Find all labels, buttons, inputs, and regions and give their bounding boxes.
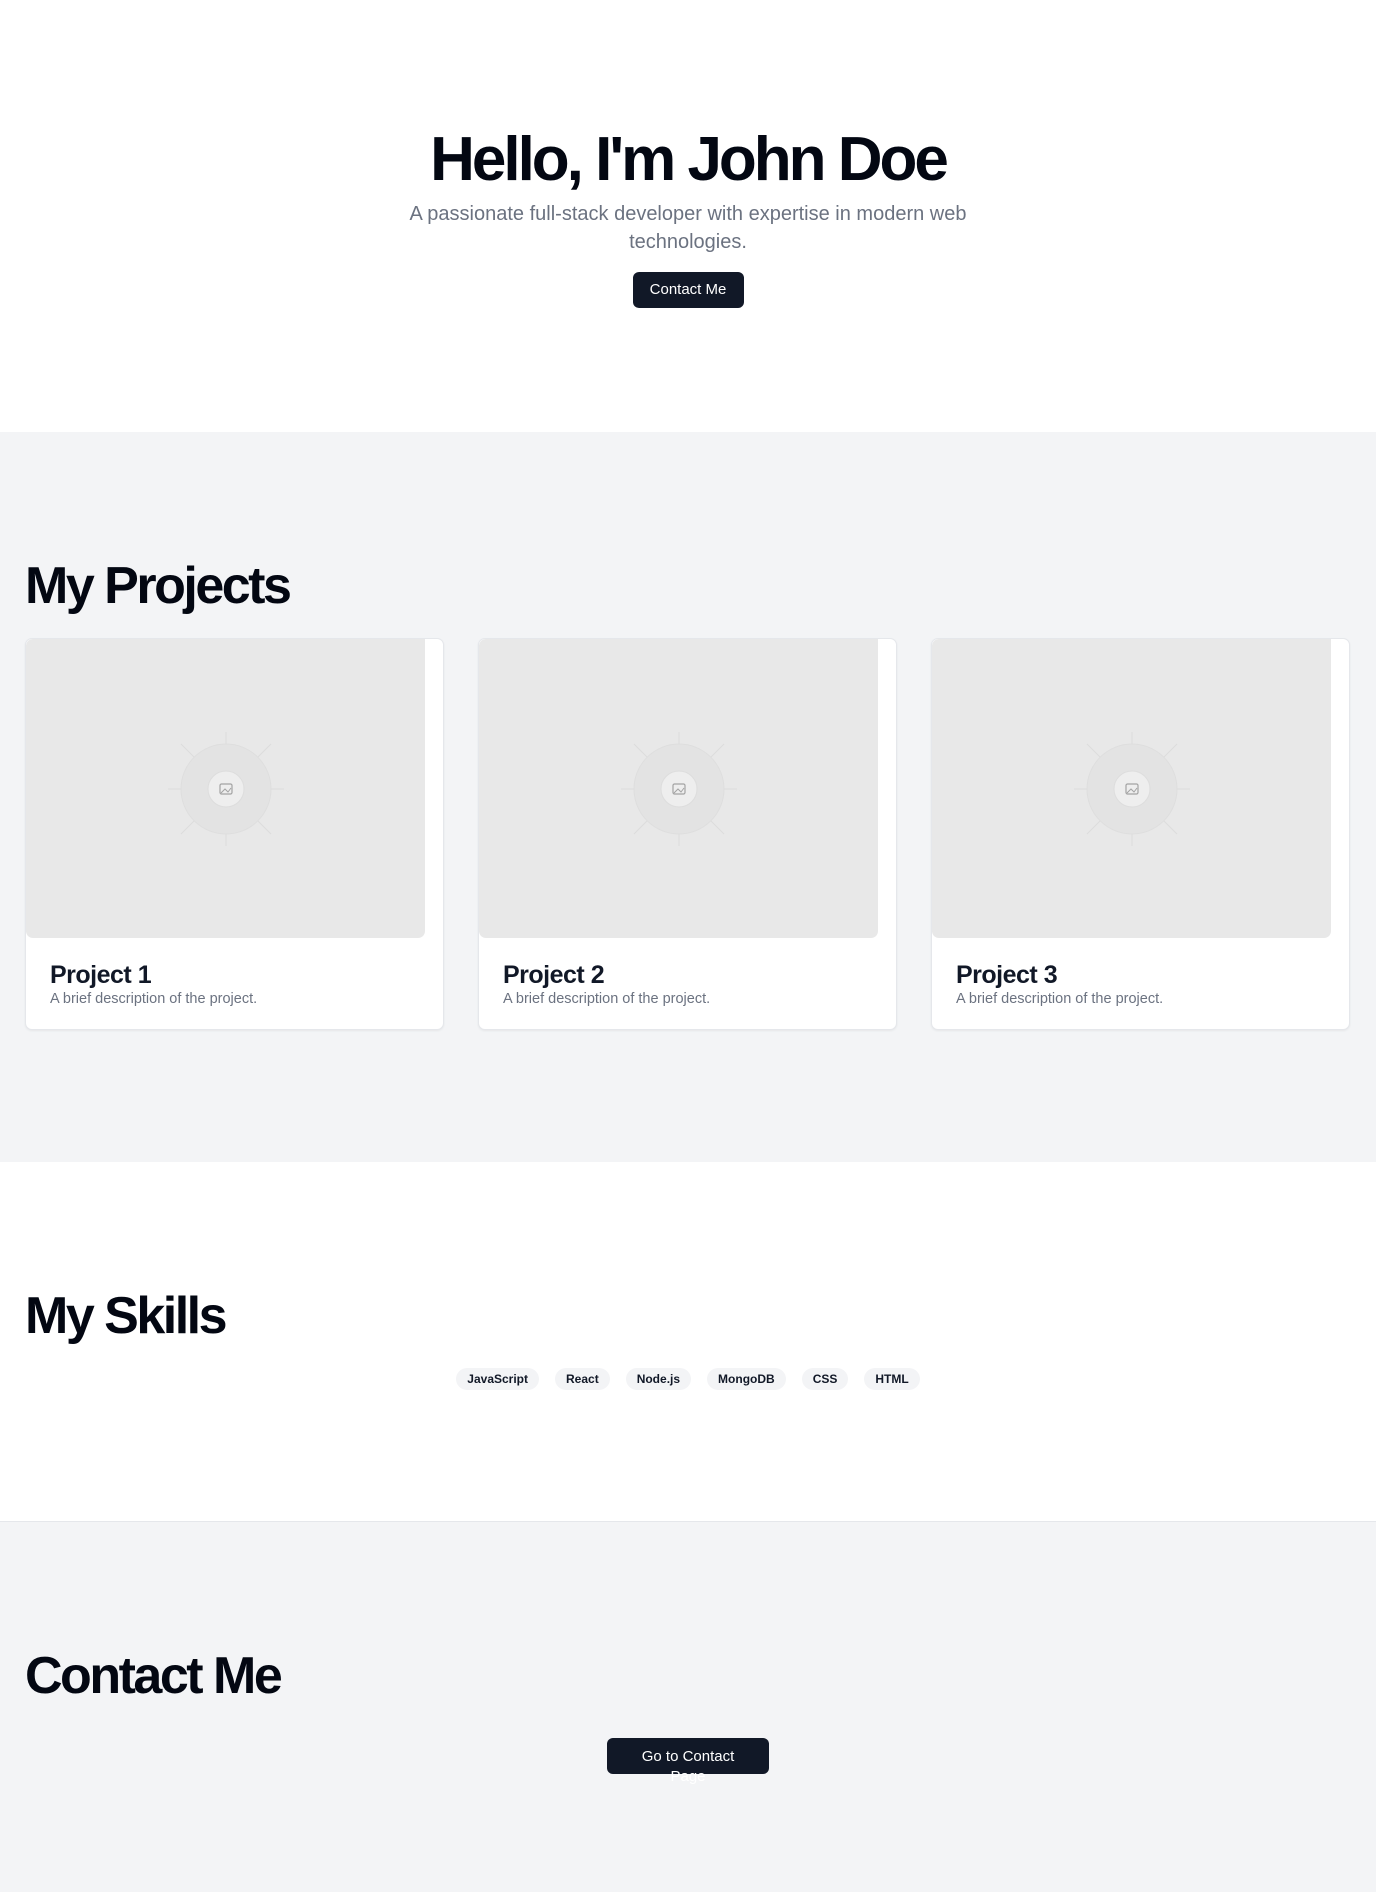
project-description: A brief description of the project. bbox=[503, 991, 711, 1007]
project-description: A brief description of the project. bbox=[956, 991, 1164, 1007]
hero-title: Hello, I'm John Doe bbox=[430, 125, 949, 194]
hero-subtitle: A passionate full-stack developer with e… bbox=[409, 203, 967, 253]
image-placeholder-icon bbox=[1074, 732, 1190, 846]
skills-title: My Skills bbox=[25, 1287, 228, 1345]
skill-badge: JavaScript bbox=[456, 1368, 539, 1390]
skill-badge: MongoDB bbox=[707, 1368, 786, 1390]
project-card[interactable]: Project 3 A brief description of the pro… bbox=[931, 638, 1350, 1030]
skill-badge: React bbox=[555, 1368, 610, 1390]
go-to-contact-page-button[interactable]: Go to Contact Page bbox=[607, 1738, 769, 1785]
contact-section: Contact Me Go to Contact Page bbox=[0, 1521, 1376, 1892]
project-card-list: Project 1 A brief description of the pro… bbox=[25, 638, 1351, 1030]
project-title: Project 2 bbox=[503, 961, 605, 989]
project-title: Project 3 bbox=[956, 961, 1058, 989]
image-placeholder-icon bbox=[621, 732, 737, 846]
project-image-placeholder bbox=[26, 639, 425, 938]
hero-section: Hello, I'm John Doe A passionate full-st… bbox=[0, 0, 1376, 432]
skill-badge: HTML bbox=[864, 1368, 920, 1390]
skill-badge-list: JavaScript React Node.js MongoDB CSS HTM… bbox=[25, 1368, 1351, 1390]
skills-section: My Skills JavaScript React Node.js Mongo… bbox=[0, 1162, 1376, 1521]
project-title: Project 1 bbox=[50, 961, 152, 989]
project-card[interactable]: Project 1 A brief description of the pro… bbox=[25, 638, 444, 1030]
contact-title: Contact Me bbox=[25, 1647, 283, 1705]
image-placeholder-icon bbox=[168, 732, 284, 846]
skill-badge: Node.js bbox=[625, 1368, 692, 1390]
project-description: A brief description of the project. bbox=[50, 991, 258, 1007]
project-card[interactable]: Project 2 A brief description of the pro… bbox=[478, 638, 897, 1030]
project-image-placeholder bbox=[932, 639, 1331, 938]
skill-badge: CSS bbox=[801, 1368, 849, 1390]
project-image-placeholder bbox=[479, 639, 878, 938]
contact-me-button[interactable]: Contact Me bbox=[632, 272, 744, 308]
projects-title: My Projects bbox=[25, 557, 292, 615]
projects-section: My Projects Project 1 A brief descriptio… bbox=[0, 432, 1376, 1162]
